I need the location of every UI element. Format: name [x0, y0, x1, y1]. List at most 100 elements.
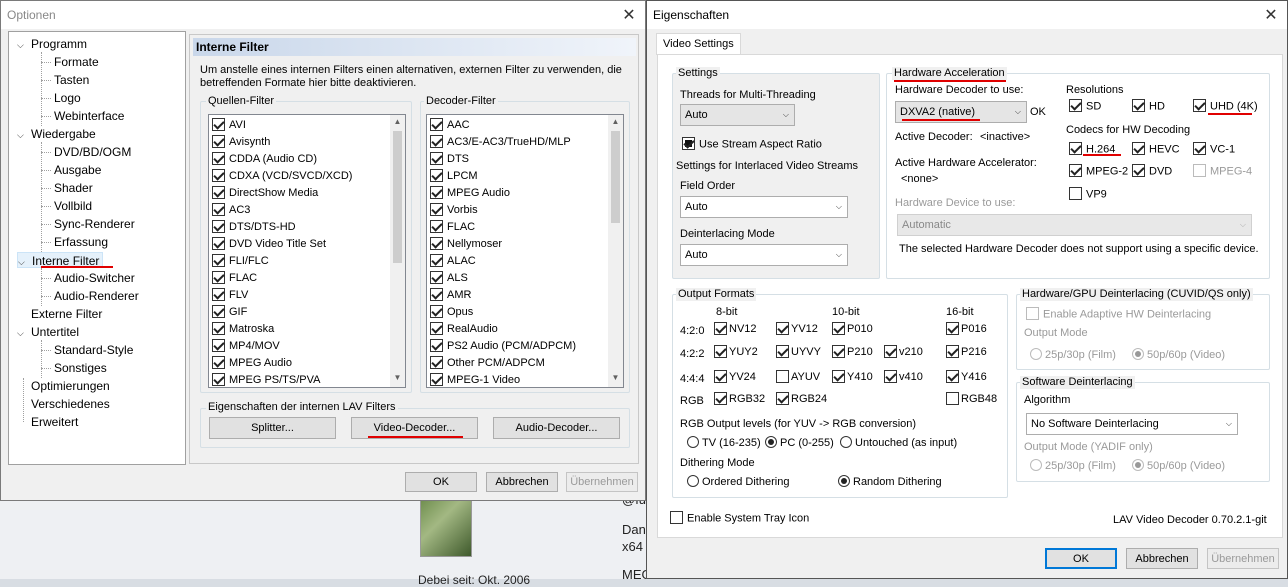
list-item[interactable]: CDDA (Audio CD) — [212, 151, 317, 168]
rgb-level-radio[interactable]: TV (16-235) — [687, 436, 761, 450]
checkbox[interactable] — [1132, 142, 1145, 155]
output-format-checkbox[interactable]: RGB48 — [946, 392, 997, 406]
output-format-checkbox[interactable]: P210 — [832, 345, 873, 359]
tree-item[interactable]: Vollbild — [53, 198, 95, 214]
list-item[interactable]: AMR — [430, 287, 471, 304]
cancel-button[interactable]: Abbrechen — [486, 472, 558, 492]
list-item[interactable]: Other PCM/ADPCM — [430, 355, 545, 372]
hw-mode-25-radio[interactable]: 25p/30p (Film) — [1030, 348, 1116, 362]
splitter-button[interactable]: Splitter... — [209, 417, 336, 439]
source-filter-list[interactable]: ▲ ▼ AVI Avisynth CDDA (Audio CD) CDXA (VCD/… — [208, 114, 406, 388]
dither-radio[interactable]: Ordered Dithering — [687, 475, 789, 489]
hw-mode-50-radio[interactable]: 50p/60p (Video) — [1132, 348, 1225, 362]
list-item[interactable]: MPEG-1 Video — [430, 372, 520, 387]
scroll-thumb[interactable] — [393, 131, 402, 263]
checkbox[interactable] — [212, 185, 225, 199]
tree-item[interactable]: ⌵ Wiedergabe — [17, 126, 99, 142]
tree-item[interactable]: Formate — [53, 54, 102, 70]
chevron-down-icon[interactable]: ⌵ — [18, 254, 30, 270]
checkbox[interactable] — [212, 304, 225, 318]
resolution-checkbox[interactable]: UHD (4K) — [1193, 99, 1258, 113]
threads-select[interactable]: Auto ⌵ — [680, 104, 795, 126]
audio-decoder-button[interactable]: Audio-Decoder... — [493, 417, 620, 439]
tree-item[interactable]: Erfassung — [53, 234, 111, 250]
output-format-checkbox[interactable]: UYVY — [776, 345, 821, 359]
checkbox[interactable] — [946, 370, 959, 383]
checkbox[interactable] — [430, 253, 443, 267]
checkbox[interactable] — [714, 370, 727, 383]
radio[interactable] — [687, 436, 699, 449]
chevron-down-icon[interactable]: ⌵ — [17, 127, 29, 143]
radio[interactable] — [838, 475, 850, 488]
tree-item[interactable]: Standard-Style — [53, 342, 136, 358]
options-tree[interactable]: ⌵ Programm Formate Tasten Logo Webinterface ⌵ W… — [8, 31, 186, 465]
checkbox[interactable] — [212, 287, 225, 301]
checkbox[interactable] — [430, 151, 443, 165]
checkbox[interactable] — [430, 304, 443, 318]
tree-item[interactable]: Tasten — [53, 72, 92, 88]
tree-item[interactable]: Externe Filter — [17, 306, 105, 322]
sw-mode-25-radio[interactable]: 25p/30p (Film) — [1030, 459, 1116, 473]
tree-item[interactable]: ⌵ Untertitel — [17, 324, 82, 340]
checkbox[interactable] — [946, 392, 959, 405]
tree-item[interactable]: Audio-Switcher — [53, 270, 138, 286]
checkbox[interactable] — [1193, 164, 1206, 177]
tab-video-settings[interactable]: Video Settings — [656, 33, 741, 55]
output-format-checkbox[interactable]: AYUV — [776, 370, 820, 384]
system-tray-checkbox[interactable]: Enable System Tray Icon — [670, 511, 809, 525]
checkbox[interactable] — [430, 219, 443, 233]
apply-button[interactable]: Übernehmen — [1207, 548, 1279, 569]
checkbox[interactable] — [212, 168, 225, 182]
rgb-level-radio[interactable]: Untouched (as input) — [840, 436, 957, 450]
checkbox[interactable] — [430, 372, 443, 386]
checkbox[interactable] — [682, 137, 695, 150]
tree-item[interactable]: Audio-Renderer — [53, 288, 142, 304]
checkbox[interactable] — [430, 202, 443, 216]
tree-item[interactable]: ⌵ Programm — [17, 36, 90, 52]
list-item[interactable]: FLAC — [212, 270, 257, 287]
list-item[interactable]: MP4/MOV — [212, 338, 280, 355]
checkbox[interactable] — [212, 236, 225, 250]
codec-checkbox[interactable]: MPEG-4 — [1193, 164, 1252, 178]
adaptive-hw-deint-checkbox[interactable]: Enable Adaptive HW Deinterlacing — [1026, 307, 1211, 321]
scroll-up-icon[interactable]: ▲ — [608, 117, 623, 126]
checkbox[interactable] — [946, 345, 959, 358]
checkbox[interactable] — [212, 117, 225, 131]
list-item[interactable]: Avisynth — [212, 134, 270, 151]
checkbox[interactable] — [212, 321, 225, 335]
list-item[interactable]: AVI — [212, 117, 246, 134]
radio[interactable] — [1132, 459, 1144, 472]
output-format-checkbox[interactable]: P216 — [946, 345, 987, 359]
list-item[interactable]: CDXA (VCD/SVCD/XCD) — [212, 168, 352, 185]
checkbox[interactable] — [832, 370, 845, 383]
list-item[interactable]: LPCM — [430, 168, 478, 185]
checkbox[interactable] — [430, 355, 443, 369]
scroll-thumb[interactable] — [611, 131, 620, 223]
checkbox[interactable] — [1069, 187, 1082, 200]
checkbox[interactable] — [884, 345, 897, 358]
stream-aspect-checkbox[interactable]: Use Stream Aspect Ratio — [682, 137, 822, 151]
output-format-checkbox[interactable]: Y410 — [832, 370, 873, 384]
checkbox[interactable] — [430, 236, 443, 250]
tree-item[interactable]: Optimierungen — [17, 378, 113, 394]
tree-item[interactable]: Logo — [53, 90, 84, 106]
checkbox[interactable] — [212, 151, 225, 165]
checkbox[interactable] — [212, 355, 225, 369]
checkbox[interactable] — [714, 322, 727, 335]
rgb-level-radio[interactable]: PC (0-255) — [765, 436, 834, 450]
list-item[interactable]: Opus — [430, 304, 473, 321]
checkbox[interactable] — [1069, 99, 1082, 112]
checkbox[interactable] — [832, 345, 845, 358]
codec-checkbox[interactable]: VC-1 — [1193, 142, 1235, 156]
output-format-checkbox[interactable]: YUY2 — [714, 345, 758, 359]
tree-item[interactable]: Shader — [53, 180, 96, 196]
checkbox[interactable] — [212, 338, 225, 352]
algorithm-select[interactable]: No Software Deinterlacing ⌵ — [1026, 413, 1238, 435]
list-item[interactable]: DTS — [430, 151, 469, 168]
output-format-checkbox[interactable]: NV12 — [714, 322, 757, 336]
chevron-down-icon[interactable]: ⌵ — [17, 37, 29, 53]
tree-item[interactable]: Verschiedenes — [17, 396, 113, 412]
scrollbar[interactable]: ▲ ▼ — [390, 115, 405, 387]
field-order-select[interactable]: Auto ⌵ — [680, 196, 848, 218]
checkbox[interactable] — [776, 322, 789, 335]
